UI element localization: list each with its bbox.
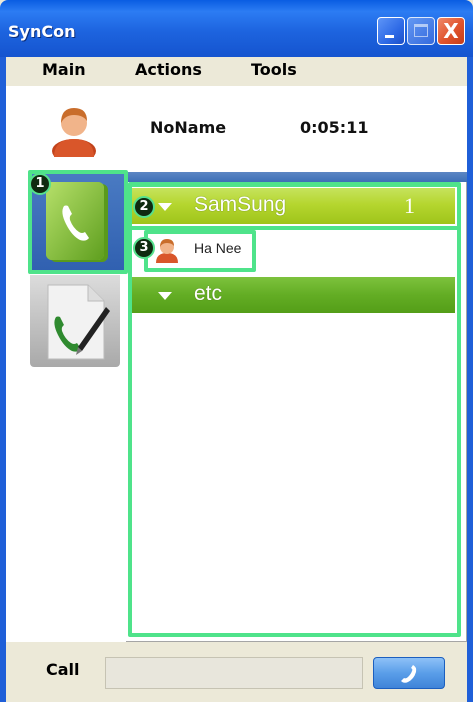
menu-actions[interactable]: Actions: [135, 60, 202, 79]
annotation-badge-3: 3: [133, 237, 155, 259]
title-bar[interactable]: SynCon X: [0, 0, 473, 57]
maximize-button[interactable]: [407, 17, 435, 45]
call-log-icon: [47, 284, 110, 360]
close-icon: X: [443, 19, 459, 43]
minimize-button[interactable]: [377, 17, 405, 45]
call-button[interactable]: [373, 657, 445, 689]
phone-icon: [401, 665, 417, 683]
person-icon: [52, 108, 96, 157]
tab-call-log[interactable]: [30, 275, 120, 367]
annotation-badge-1: 1: [29, 173, 51, 195]
window-frame-right: [467, 57, 473, 702]
call-timer: 0:05:11: [300, 118, 369, 137]
group-count: 1: [404, 193, 415, 218]
contact-name: Ha Nee: [194, 240, 242, 256]
menu-main[interactable]: Main: [42, 60, 86, 79]
chevron-down-icon: [158, 292, 172, 300]
call-label: Call: [46, 660, 80, 679]
group-name: SamSung: [194, 193, 287, 216]
group-name: etc: [194, 282, 223, 305]
contact-item[interactable]: Ha Nee: [146, 231, 254, 269]
user-name: NoName: [150, 118, 227, 137]
menu-tools[interactable]: Tools: [251, 60, 297, 79]
person-icon: [156, 239, 178, 263]
maximize-icon: [414, 24, 428, 37]
chevron-down-icon: [158, 203, 172, 211]
minimize-icon: [385, 35, 394, 38]
window-title: SynCon: [8, 22, 76, 41]
call-number-input[interactable]: [105, 657, 363, 689]
syncon-window: SynCon X Main Actions Tools NoName 0:05:…: [0, 0, 473, 702]
menu-bar: Main Actions Tools: [6, 57, 467, 85]
group-header-etc[interactable]: etc: [132, 277, 455, 313]
annotation-badge-2: 2: [133, 196, 155, 218]
phonebook-icon: [46, 182, 108, 262]
close-button[interactable]: X: [437, 17, 465, 45]
group-header-samsung[interactable]: SamSung 1: [132, 188, 455, 224]
